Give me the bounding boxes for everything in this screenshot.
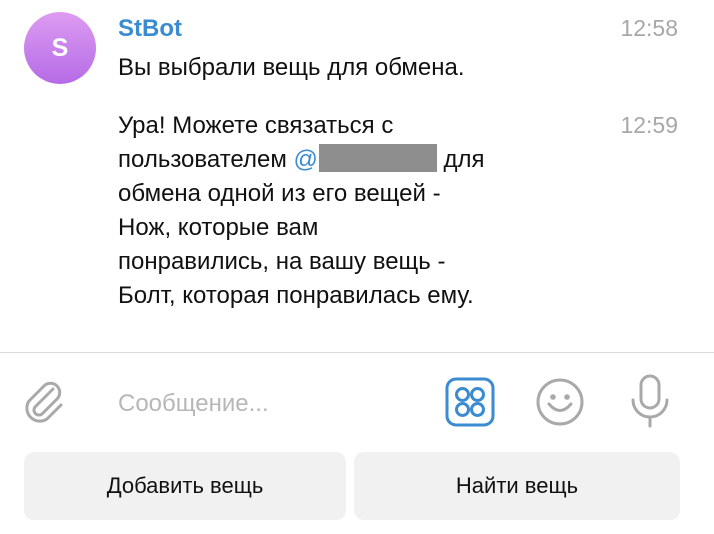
message-line: Нож, которые вам (118, 214, 319, 241)
message-line: Ура! Можете связаться с (118, 112, 394, 139)
redacted-username (318, 144, 437, 172)
find-item-button[interactable]: Найти вещь (354, 452, 680, 520)
message-fragment: пользователем (118, 146, 294, 173)
message-input[interactable]: Сообщение... (118, 390, 269, 418)
bot-keyboard-icon[interactable] (445, 377, 495, 427)
sender-name[interactable]: StBot (118, 15, 182, 43)
message-fragment: для (436, 146, 485, 173)
message-line: пользователем @ для (118, 143, 485, 177)
message-time: 12:59 (620, 112, 678, 138)
chat-area: S StBot 12:58 Вы выбрали вещь для обмена… (0, 0, 714, 352)
paperclip-icon[interactable] (20, 375, 68, 425)
add-item-button[interactable]: Добавить вещь (24, 452, 346, 520)
message-text: Ура! Можете связаться с пользователем @ … (118, 109, 485, 313)
message-time: 12:58 (620, 15, 678, 41)
username-mention[interactable]: @ (293, 144, 437, 173)
mention-at: @ (293, 146, 318, 173)
avatar[interactable]: S (24, 12, 96, 84)
avatar-letter: S (51, 33, 69, 62)
message-line: обмена одной из его вещей - (118, 180, 441, 207)
emoji-icon[interactable] (535, 377, 585, 427)
message-line: Вы выбрали вещь для обмена. (118, 54, 465, 81)
message-line: понравились, на вашу вещь - (118, 248, 446, 275)
microphone-icon[interactable] (628, 373, 672, 429)
message-text: Вы выбрали вещь для обмена. (118, 51, 465, 85)
message-composer: Сообщение... (0, 353, 714, 447)
message-line: Болт, которая понравилась ему. (118, 282, 474, 309)
